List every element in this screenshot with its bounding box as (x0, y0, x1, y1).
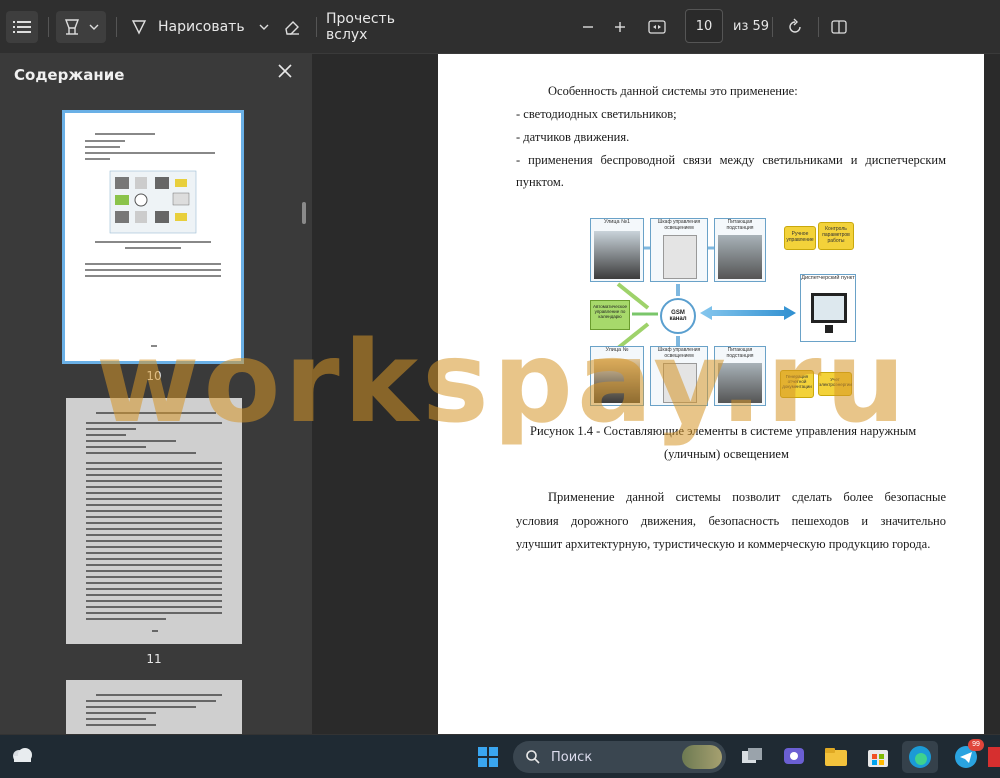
cabinet-2-label: Шкаф управления освещением (657, 347, 701, 359)
folder-icon (825, 748, 847, 766)
page-total: из 59 (733, 19, 770, 34)
doc-paragraph: условия дорожного движения, безопасность… (516, 514, 946, 528)
task-view-button[interactable] (738, 743, 766, 771)
minus-icon (583, 26, 593, 28)
dispatch-label: Диспетчерский пункт (801, 275, 855, 281)
notification-badge: 99 (968, 739, 984, 751)
search-label: Поиск (551, 749, 593, 765)
separator (772, 17, 773, 37)
rotate-icon (789, 18, 801, 33)
search-highlight-image (682, 745, 722, 769)
page-thumbnail-11[interactable] (66, 398, 242, 644)
reports-bubble: Генерация отчетной документации (780, 370, 814, 398)
doc-paragraph: улучшит архитектурную, туристическую и к… (516, 537, 931, 551)
store-icon (868, 750, 888, 767)
separator (116, 17, 117, 37)
reports-label: Генерация отчетной документации (782, 374, 812, 389)
separator (48, 17, 49, 37)
close-sidebar-button[interactable] (276, 62, 296, 82)
substation-2-label: Питающая подстанция (726, 347, 754, 359)
thumbnail-number: 10 (146, 369, 162, 383)
street-photo (594, 359, 640, 403)
store-button[interactable] (864, 743, 892, 771)
street-n-label: Улица № (605, 347, 629, 353)
page-thumbnail-10[interactable] (62, 110, 244, 364)
highlight-button[interactable] (56, 11, 106, 43)
cloud-icon (13, 748, 32, 762)
taskbar: Поиск 99 (0, 734, 1000, 778)
energy-label: Учет электроэнергии (819, 377, 852, 387)
toolbar: Нарисовать Прочесть вслух 10 из 59 (0, 0, 1000, 54)
monitor-icon (811, 293, 847, 323)
document-page: Особенность данной системы это применени… (438, 54, 984, 734)
page-view-button[interactable] (826, 11, 852, 43)
doc-bullet-continuation: пунктом. (516, 175, 564, 189)
doc-bullet: - применения беспроводной связи между св… (516, 153, 946, 167)
search-box[interactable]: Поиск (513, 741, 726, 773)
task-view-icon (742, 748, 762, 763)
highlighter-icon (64, 19, 80, 35)
substation-2-box: Питающая подстанция (714, 346, 766, 406)
read-aloud-label: Прочесть вслух (326, 11, 395, 43)
page-thumbnail-12[interactable] (66, 680, 242, 734)
doc-bullet: - датчиков движения. (516, 130, 630, 144)
document-viewer: Особенность данной системы это применени… (312, 54, 1000, 734)
draw-label: Нарисовать (158, 19, 245, 35)
chevron-down-icon (89, 24, 99, 30)
search-icon (526, 750, 540, 764)
chat-icon (784, 748, 804, 764)
telegram-button[interactable]: 99 (952, 739, 984, 771)
zoom-out-button[interactable] (576, 11, 600, 43)
chevron-down-icon (259, 24, 269, 30)
file-explorer-button[interactable] (822, 743, 850, 771)
zoom-in-button[interactable] (608, 11, 632, 43)
eraser-button[interactable] (278, 11, 306, 43)
thumbnail-number: 11 (146, 652, 162, 666)
doc-bullet: - светодиодных светильников; (516, 107, 677, 121)
pen-icon (131, 20, 147, 35)
separator (818, 17, 819, 37)
figure-caption: Рисунок 1.4 - Составляющие элементы в си… (530, 424, 917, 438)
energy-bubble: Учет электроэнергии (818, 372, 852, 396)
page-view-icon (831, 20, 847, 34)
cabinet-2-box: Шкаф управления освещением (650, 346, 708, 406)
substation-photo (718, 363, 762, 403)
figure-caption: (уличным) освещением (664, 447, 789, 461)
badge-count: 99 (972, 741, 980, 748)
doc-intro: Особенность данной системы это применени… (548, 84, 798, 98)
system-diagram: Улица №1 Шкаф управления освещением Пита… (588, 218, 856, 406)
close-icon (278, 64, 292, 78)
edge-button[interactable] (902, 741, 938, 773)
edge-icon (909, 746, 931, 768)
weather-widget[interactable] (10, 745, 34, 767)
fit-page-button[interactable] (644, 11, 670, 43)
contents-toggle-button[interactable] (6, 11, 38, 43)
windows-icon (478, 747, 498, 767)
read-aloud-button[interactable]: Прочесть вслух (326, 11, 436, 43)
page-number-value: 10 (695, 18, 713, 34)
separator (316, 17, 317, 37)
teams-button[interactable] (780, 743, 808, 771)
eraser-icon (285, 21, 299, 35)
monitor-stand (825, 325, 833, 333)
thumbnail-content (85, 133, 221, 347)
thumbnail-content (86, 412, 222, 632)
cabinet-photo (663, 363, 697, 403)
plus-icon (615, 22, 625, 32)
list-icon (13, 21, 31, 33)
rotate-button[interactable] (782, 11, 808, 43)
street-n-box: Улица № (590, 346, 644, 406)
doc-paragraph: Применение данной системы позволит сдела… (548, 490, 946, 504)
thumbnail-content (86, 694, 222, 726)
fit-width-icon (648, 20, 666, 34)
overflow-app-icon[interactable] (988, 747, 1000, 767)
draw-button[interactable]: Нарисовать (130, 11, 270, 43)
contents-sidebar: Содержание 10 11 (0, 54, 312, 734)
start-button[interactable] (474, 743, 502, 771)
sidebar-scrollbar[interactable] (302, 202, 306, 224)
sidebar-title: Содержание (14, 66, 125, 84)
page-number-input[interactable]: 10 (685, 9, 723, 43)
dispatch-box: Диспетчерский пункт (800, 274, 856, 342)
